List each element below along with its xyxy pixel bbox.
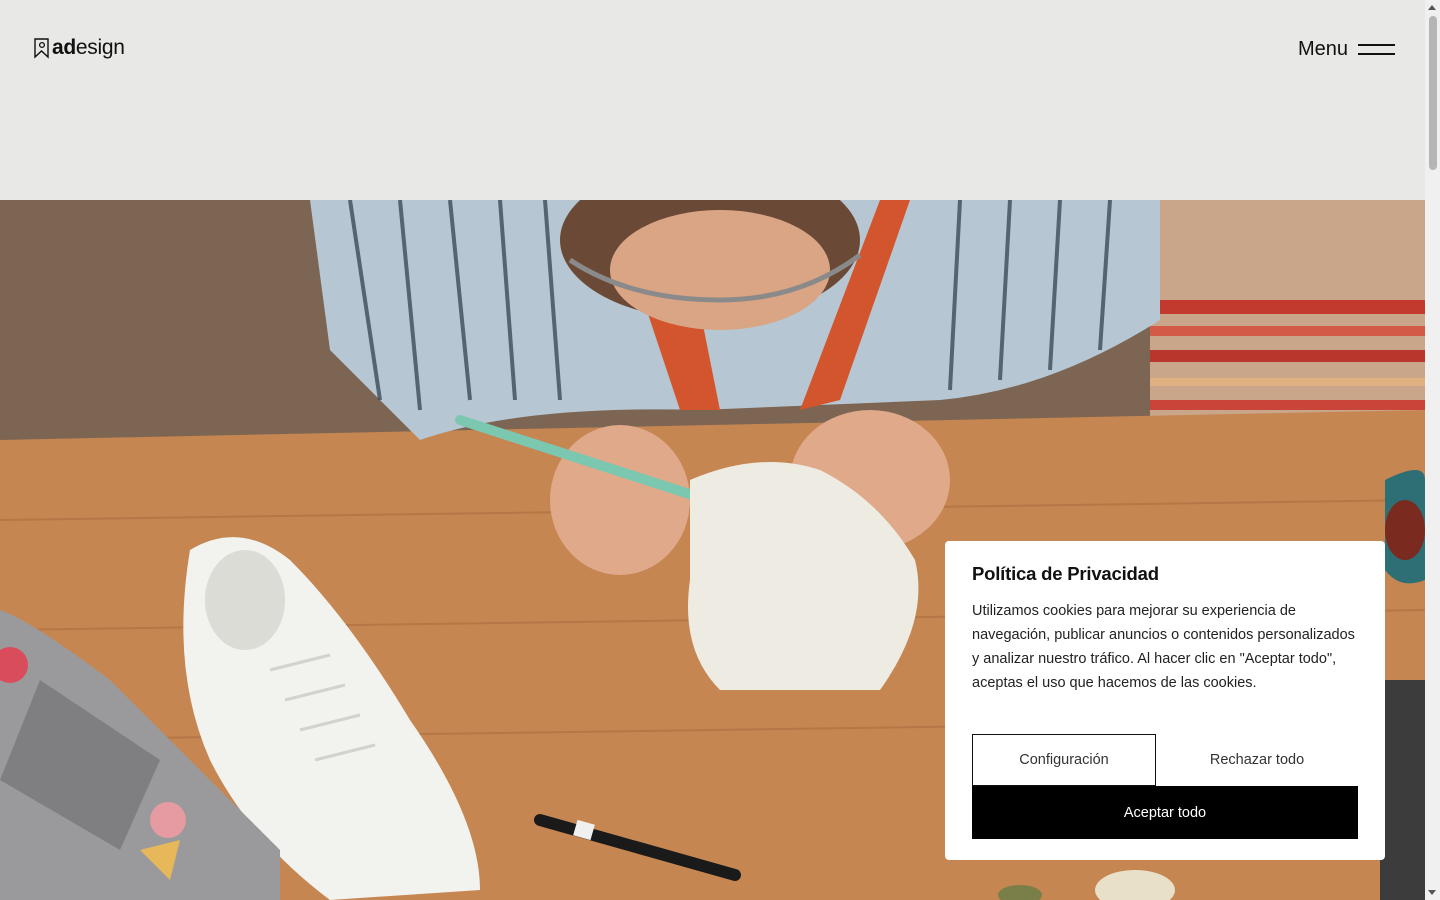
accept-all-button[interactable]: Aceptar todo: [972, 786, 1358, 839]
scrollbar-thumb[interactable]: [1429, 16, 1437, 170]
cookie-consent-dialog: Política de Privacidad Utilizamos cookie…: [945, 541, 1385, 860]
menu-button[interactable]: Menu: [1298, 36, 1395, 62]
logo-text-light: esign: [75, 36, 125, 59]
site-header: adesign Menu: [0, 0, 1425, 200]
cookie-title: Política de Privacidad: [972, 563, 1159, 584]
cookie-description: Utilizamos cookies para mejorar su exper…: [972, 603, 1355, 691]
scroll-up-arrow-icon[interactable]: [1428, 5, 1436, 10]
striped-rug: [1150, 200, 1425, 440]
logo-link[interactable]: adesign: [33, 36, 125, 60]
logo-text: adesign: [52, 36, 125, 60]
page: adesign Menu Política de Privacidad Util…: [0, 0, 1425, 900]
menu-label: Menu: [1297, 38, 1348, 60]
hamburger-icon: [1358, 42, 1395, 56]
cookie-settings-button[interactable]: Configuración: [972, 734, 1156, 786]
cookie-secondary-buttons: Configuración Rechazar todo: [972, 734, 1358, 786]
logo-text-bold: ad: [52, 36, 76, 59]
reject-all-button[interactable]: Rechazar todo: [1156, 734, 1358, 786]
bookmark-pin-icon: [34, 38, 49, 59]
scroll-down-arrow-icon[interactable]: [1428, 890, 1436, 895]
vertical-scrollbar[interactable]: [1425, 0, 1440, 900]
